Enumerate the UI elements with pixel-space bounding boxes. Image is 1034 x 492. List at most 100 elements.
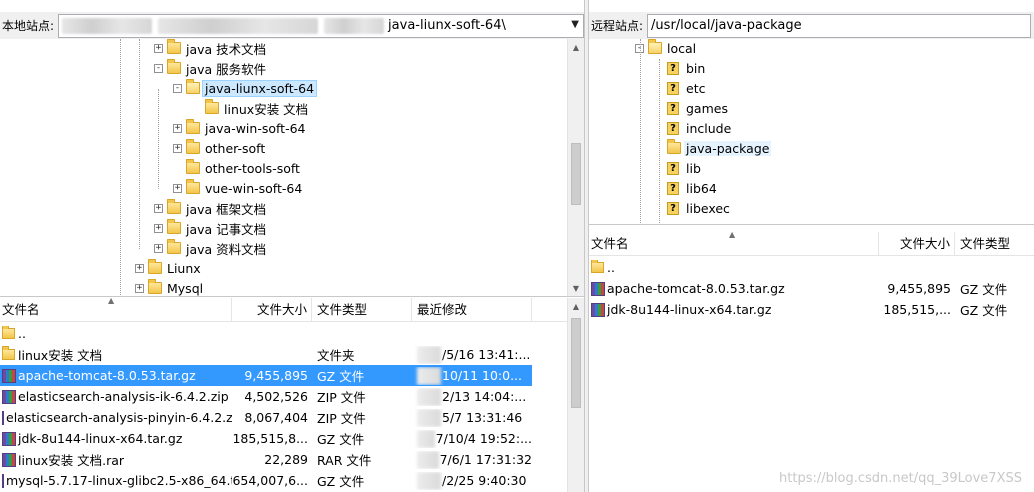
folder-icon (2, 326, 15, 339)
file-name-text: jdk-8u144-linux-x64.tar.gz (18, 431, 183, 446)
file-row[interactable]: .. (589, 257, 1034, 278)
file-row[interactable]: linux安装 文档 文件夹/5/16 13:41:... (0, 344, 532, 365)
column-header-name[interactable]: 文件名 ▲ (0, 298, 232, 322)
folder-icon (148, 279, 162, 294)
expand-icon[interactable]: + (154, 203, 163, 213)
local-list-scrollbar[interactable]: ▲ (567, 298, 584, 492)
file-modified-cell: 7/6/1 17:31:32 (412, 450, 532, 469)
collapse-icon[interactable]: - (154, 63, 163, 73)
expand-icon[interactable]: + (173, 143, 182, 153)
file-size-text: 22,289 (264, 452, 308, 467)
tree-node[interactable]: ? games (654, 98, 730, 118)
file-type-cell: 文件夹 (312, 345, 412, 364)
file-row[interactable]: jdk-8u144-linux-x64.tar.gz 185,515,... GZ … (589, 299, 1034, 320)
sort-ascending-icon: ▲ (108, 298, 115, 305)
file-size-text: 654,007,6... (232, 473, 308, 488)
file-name-text: linux安装 文档.rar (18, 453, 125, 468)
tree-node[interactable]: + Mysql (135, 278, 205, 296)
file-row[interactable]: .. (0, 323, 532, 344)
folder-icon (667, 139, 681, 154)
scroll-up-icon[interactable]: ▲ (568, 298, 584, 315)
tree-node-label: bin (686, 60, 706, 76)
scroll-down-icon[interactable]: ▼ (568, 280, 584, 296)
chevron-down-icon[interactable]: ▼ (571, 19, 579, 30)
unknown-folder-icon: ? (667, 201, 679, 215)
local-directory-tree[interactable]: + java 技术文档 - java 服务软件 - java-liunx-soft-64 l… (0, 39, 584, 297)
expand-icon[interactable]: + (173, 123, 182, 133)
scroll-thumb[interactable] (571, 318, 581, 408)
file-type-cell: ZIP 文件 (312, 408, 412, 427)
local-tree-scrollbar[interactable]: ▲ ▼ (567, 39, 584, 296)
tree-node-label: lib64 (686, 180, 717, 196)
expand-icon[interactable]: + (154, 243, 163, 253)
tree-node[interactable]: + java 记事文档 (154, 218, 268, 238)
expand-icon[interactable]: + (173, 183, 182, 193)
file-name-text: jdk-8u144-linux-x64.tar.gz (607, 302, 772, 317)
file-size-text: 4,502,526 (244, 389, 308, 404)
tree-node[interactable]: + java-win-soft-64 (173, 118, 308, 138)
tree-node[interactable]: - local (635, 39, 698, 58)
tree-node[interactable]: - java 服务软件 (154, 58, 268, 78)
local-path-input[interactable]: java-liunx-soft-64\ ▼ (58, 13, 584, 38)
tree-node[interactable]: ? libexec (654, 198, 732, 218)
scroll-up-icon[interactable]: ▲ (568, 39, 584, 56)
file-row[interactable]: elasticsearch-analysis-pinyin-6.4.2.z...… (0, 407, 532, 428)
scroll-thumb[interactable] (571, 143, 581, 205)
archive-file-icon (2, 473, 4, 488)
tree-guide-line (158, 89, 159, 189)
file-row[interactable]: mysql-5.7.17-linux-glibc2.5-x86_64.t... 6… (0, 470, 532, 491)
sort-ascending-icon: ▲ (729, 232, 736, 239)
tree-node[interactable]: ? lib64 (654, 178, 719, 198)
expand-icon[interactable]: + (154, 43, 163, 53)
tree-node[interactable]: + other-soft (173, 138, 267, 158)
column-header-modified[interactable]: 最近修改 (412, 298, 532, 322)
tree-node[interactable]: + java 技术文档 (154, 39, 268, 58)
file-name-cell: linux安装 文档 (0, 345, 232, 364)
file-modified-cell: /2/25 9:40:30 (412, 471, 532, 490)
column-header-type[interactable]: 文件类型 (955, 232, 1034, 256)
tree-node-label: vue-win-soft-64 (205, 180, 303, 196)
file-type-text: GZ 文件 (960, 303, 1008, 318)
tree-node[interactable]: linux安装 文档 (192, 98, 310, 118)
tree-node[interactable]: ? lib (654, 158, 703, 178)
file-type-text: 文件夹 (317, 348, 355, 363)
tree-node[interactable]: + java 资料文档 (154, 238, 268, 258)
tree-node[interactable]: other-tools-soft (173, 158, 302, 178)
tree-guide-line (120, 39, 121, 296)
file-row[interactable]: elasticsearch-analysis-ik-6.4.2.zip 4,502… (0, 386, 532, 407)
tree-node-label: include (686, 120, 732, 136)
file-row[interactable]: apache-tomcat-8.0.53.tar.gz 9,455,895 GZ 文… (589, 278, 1034, 299)
column-header-size[interactable]: 文件大小 (232, 298, 312, 322)
tree-node[interactable]: - java-liunx-soft-64 (173, 78, 318, 98)
folder-icon (167, 219, 181, 234)
tree-node[interactable]: + vue-win-soft-64 (173, 178, 304, 198)
local-file-list[interactable]: 文件名 ▲ 文件大小 文件类型 最近修改 .. linux安装 文档 文件夹/5/1… (0, 298, 584, 492)
column-header-name[interactable]: 文件名 ▲ (589, 232, 879, 256)
column-header-type[interactable]: 文件类型 (312, 298, 412, 322)
tree-node[interactable]: + Liunx (135, 258, 203, 278)
expand-icon[interactable]: + (154, 223, 163, 233)
remote-directory-tree[interactable]: - local? bin? etc? games? include java-package… (589, 39, 1034, 225)
remote-file-list[interactable]: 文件名 ▲ 文件大小 文件类型 .. apache-tomcat-8.0.53.t… (589, 232, 1034, 492)
folder-icon (186, 159, 200, 174)
expand-icon[interactable]: + (135, 283, 144, 293)
file-size-text: 9,455,895 (887, 281, 951, 296)
tree-node[interactable]: ? include (654, 118, 733, 138)
archive-file-icon (2, 368, 16, 383)
tree-node[interactable]: + java 框架文档 (154, 198, 268, 218)
file-modified-text: 10/11 10:0... (442, 368, 522, 383)
file-row[interactable]: apache-tomcat-8.0.53.tar.gz 9,455,895 GZ 文… (0, 365, 532, 386)
remote-path-text: /usr/local/java-package (651, 18, 802, 33)
file-name-cell: apache-tomcat-8.0.53.tar.gz (589, 281, 879, 296)
tree-node-label: java-win-soft-64 (205, 120, 306, 136)
tree-node-label: other-tools-soft (205, 160, 300, 176)
file-row[interactable]: jdk-8u144-linux-x64.tar.gz 185,515,8... GZ… (0, 428, 532, 449)
tree-node[interactable]: ? bin (654, 58, 707, 78)
column-header-size[interactable]: 文件大小 (879, 232, 955, 256)
tree-node[interactable]: java-package (654, 138, 772, 158)
tree-node[interactable]: ? etc (654, 78, 707, 98)
file-row[interactable]: linux安装 文档.rar 22,289 RAR 文件 7/6/1 17:31:32 (0, 449, 532, 470)
expand-icon[interactable]: + (135, 263, 144, 273)
collapse-icon[interactable]: - (173, 83, 182, 93)
remote-path-input[interactable]: /usr/local/java-package (647, 13, 1032, 38)
